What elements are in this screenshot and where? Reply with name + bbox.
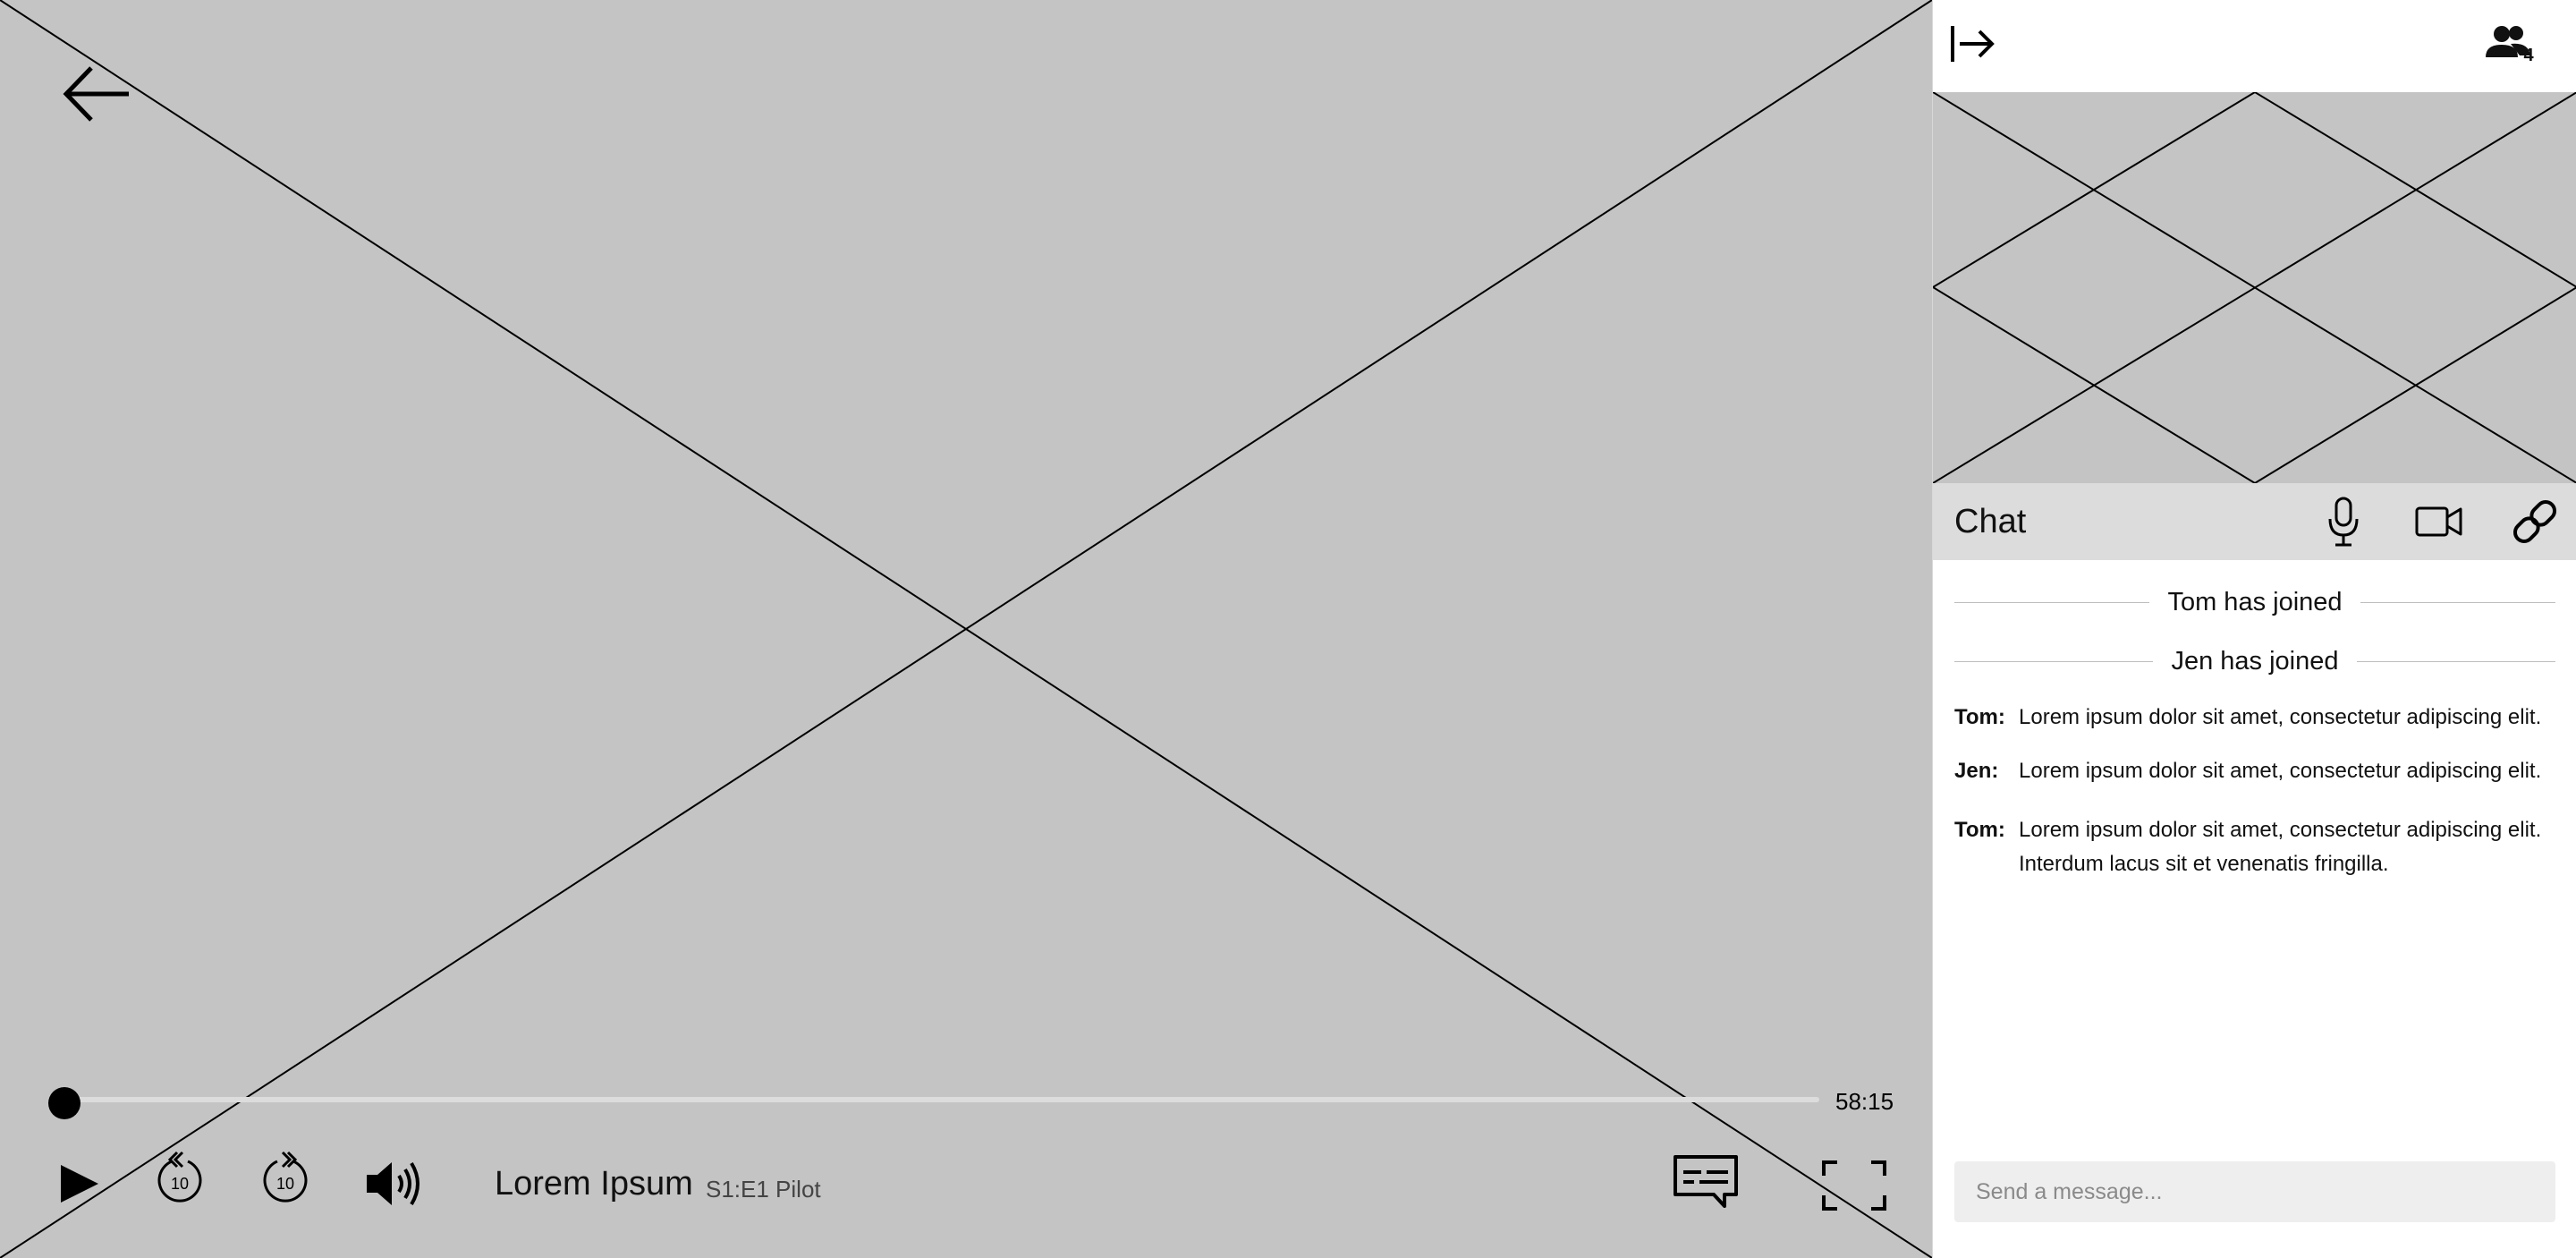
microphone-button[interactable]: [2325, 496, 2362, 548]
message-text: Lorem ipsum dolor sit amet, consectetur …: [2019, 759, 2542, 783]
volume-button[interactable]: [365, 1160, 424, 1208]
time-remaining: 58:15: [1835, 1088, 1894, 1115]
sidebar-toolbar: 4: [1933, 0, 2576, 92]
message-input[interactable]: [1954, 1161, 2555, 1222]
progress-bar[interactable]: [64, 1097, 1819, 1102]
video-camera-icon: [2415, 506, 2462, 537]
join-event-text: Tom has joined: [2167, 587, 2343, 616]
episode-label: S1:E1 Pilot: [706, 1176, 821, 1203]
chat-message: Tom: Lorem ipsum dolor sit amet, consect…: [1954, 701, 2563, 735]
fullscreen-icon: [1822, 1160, 1886, 1211]
chat-header: Chat: [1933, 483, 2576, 560]
play-button[interactable]: [57, 1161, 100, 1206]
message-author: Jen:: [1954, 759, 1999, 783]
collapse-sidebar-button[interactable]: [1949, 23, 1996, 64]
join-event-text: Jen has joined: [2171, 646, 2339, 676]
share-link-button[interactable]: [2509, 496, 2561, 548]
video-title: Lorem Ipsum: [495, 1165, 693, 1203]
chat-message: Jen: Lorem ipsum dolor sit amet, consect…: [1954, 754, 2563, 788]
chat-event-row: Tom has joined: [1954, 586, 2555, 618]
video-placeholder-image: [0, 0, 1932, 1258]
participants-icon: 4: [2486, 26, 2534, 65]
rewind-seconds: 10: [171, 1175, 189, 1193]
forward-10-button[interactable]: 10: [258, 1149, 313, 1210]
participants-button[interactable]: 4: [2484, 23, 2541, 68]
video-player[interactable]: 58:15 10 10 Lorem Ipsum S1:E1 Pilot: [0, 0, 1932, 1258]
divider: [2356, 660, 2555, 662]
back-button[interactable]: [61, 63, 132, 125]
volume-icon: [367, 1161, 419, 1206]
message-text: Lorem ipsum dolor sit amet, consectetur …: [2019, 818, 2542, 876]
divider: [1954, 601, 2150, 603]
play-icon: [61, 1165, 98, 1203]
divider: [1954, 660, 2154, 662]
collapse-panel-icon: [1951, 26, 1995, 62]
watch-party-sidebar: 4 Chat Tom has joined Jen has joined Tom…: [1932, 0, 2576, 1258]
participant-count: 4: [2523, 46, 2534, 65]
progress-thumb[interactable]: [48, 1087, 80, 1119]
chat-message: Tom: Lorem ipsum dolor sit amet, consect…: [1954, 813, 2563, 881]
arrow-left-icon: [63, 66, 129, 122]
forward-seconds: 10: [276, 1175, 294, 1193]
subtitles-button[interactable]: [1673, 1154, 1739, 1210]
message-author: Tom:: [1954, 818, 2005, 842]
rewind-10-button[interactable]: 10: [152, 1149, 208, 1210]
microphone-icon: [2328, 497, 2359, 547]
participant-video-grid: [1933, 92, 2576, 483]
participant-video-placeholder: [1933, 92, 2576, 483]
chat-title: Chat: [1954, 503, 2027, 540]
link-icon: [2512, 499, 2557, 544]
fullscreen-button[interactable]: [1821, 1160, 1887, 1211]
chat-event-row: Jen has joined: [1954, 645, 2555, 677]
camera-button[interactable]: [2414, 503, 2464, 540]
rewind-10-icon: 10: [157, 1151, 202, 1203]
message-author: Tom:: [1954, 705, 2005, 729]
divider: [2360, 601, 2555, 603]
subtitles-icon: [1674, 1155, 1738, 1208]
message-text: Lorem ipsum dolor sit amet, consectetur …: [2019, 705, 2542, 729]
forward-10-icon: 10: [263, 1151, 308, 1203]
